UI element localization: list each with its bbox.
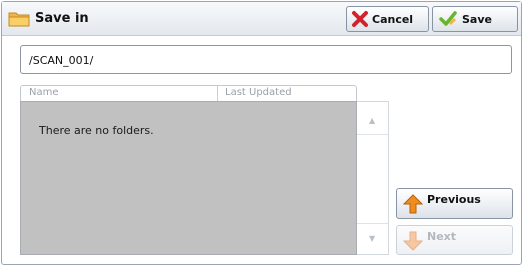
next-label: Next — [427, 230, 457, 243]
next-button[interactable]: Next — [396, 225, 513, 255]
cancel-button[interactable]: Cancel — [346, 6, 429, 32]
save-button[interactable]: Save — [432, 6, 518, 32]
list-header: Name Last Updated — [20, 85, 357, 101]
previous-label: Previous — [427, 193, 481, 206]
save-label: Save — [462, 13, 492, 26]
empty-message: There are no folders. — [39, 124, 154, 137]
previous-button[interactable]: Previous — [396, 188, 513, 219]
title-bar: Save in Cancel Save — [2, 2, 521, 36]
cancel-label: Cancel — [372, 13, 414, 26]
x-icon — [352, 11, 368, 27]
scroll-up-icon: ▲ — [369, 116, 376, 125]
arrow-down-icon — [403, 231, 423, 251]
checkmark-icon — [439, 11, 457, 26]
arrow-up-icon — [403, 194, 423, 214]
dialog-title: Save in — [35, 11, 89, 26]
column-header-last-updated[interactable]: Last Updated — [225, 87, 292, 98]
path-value: /SCAN_001/ — [29, 54, 94, 67]
column-header-name[interactable]: Name — [29, 87, 59, 98]
folder-icon — [8, 12, 30, 27]
folder-list: There are no folders. — [20, 101, 357, 255]
scroll-divider — [357, 223, 388, 224]
path-field[interactable]: /SCAN_001/ — [20, 45, 512, 74]
scroll-divider — [357, 134, 388, 135]
column-divider — [217, 86, 218, 101]
list-scrollbar: ▲ ▼ — [357, 101, 389, 255]
scroll-down-icon: ▼ — [369, 234, 376, 243]
